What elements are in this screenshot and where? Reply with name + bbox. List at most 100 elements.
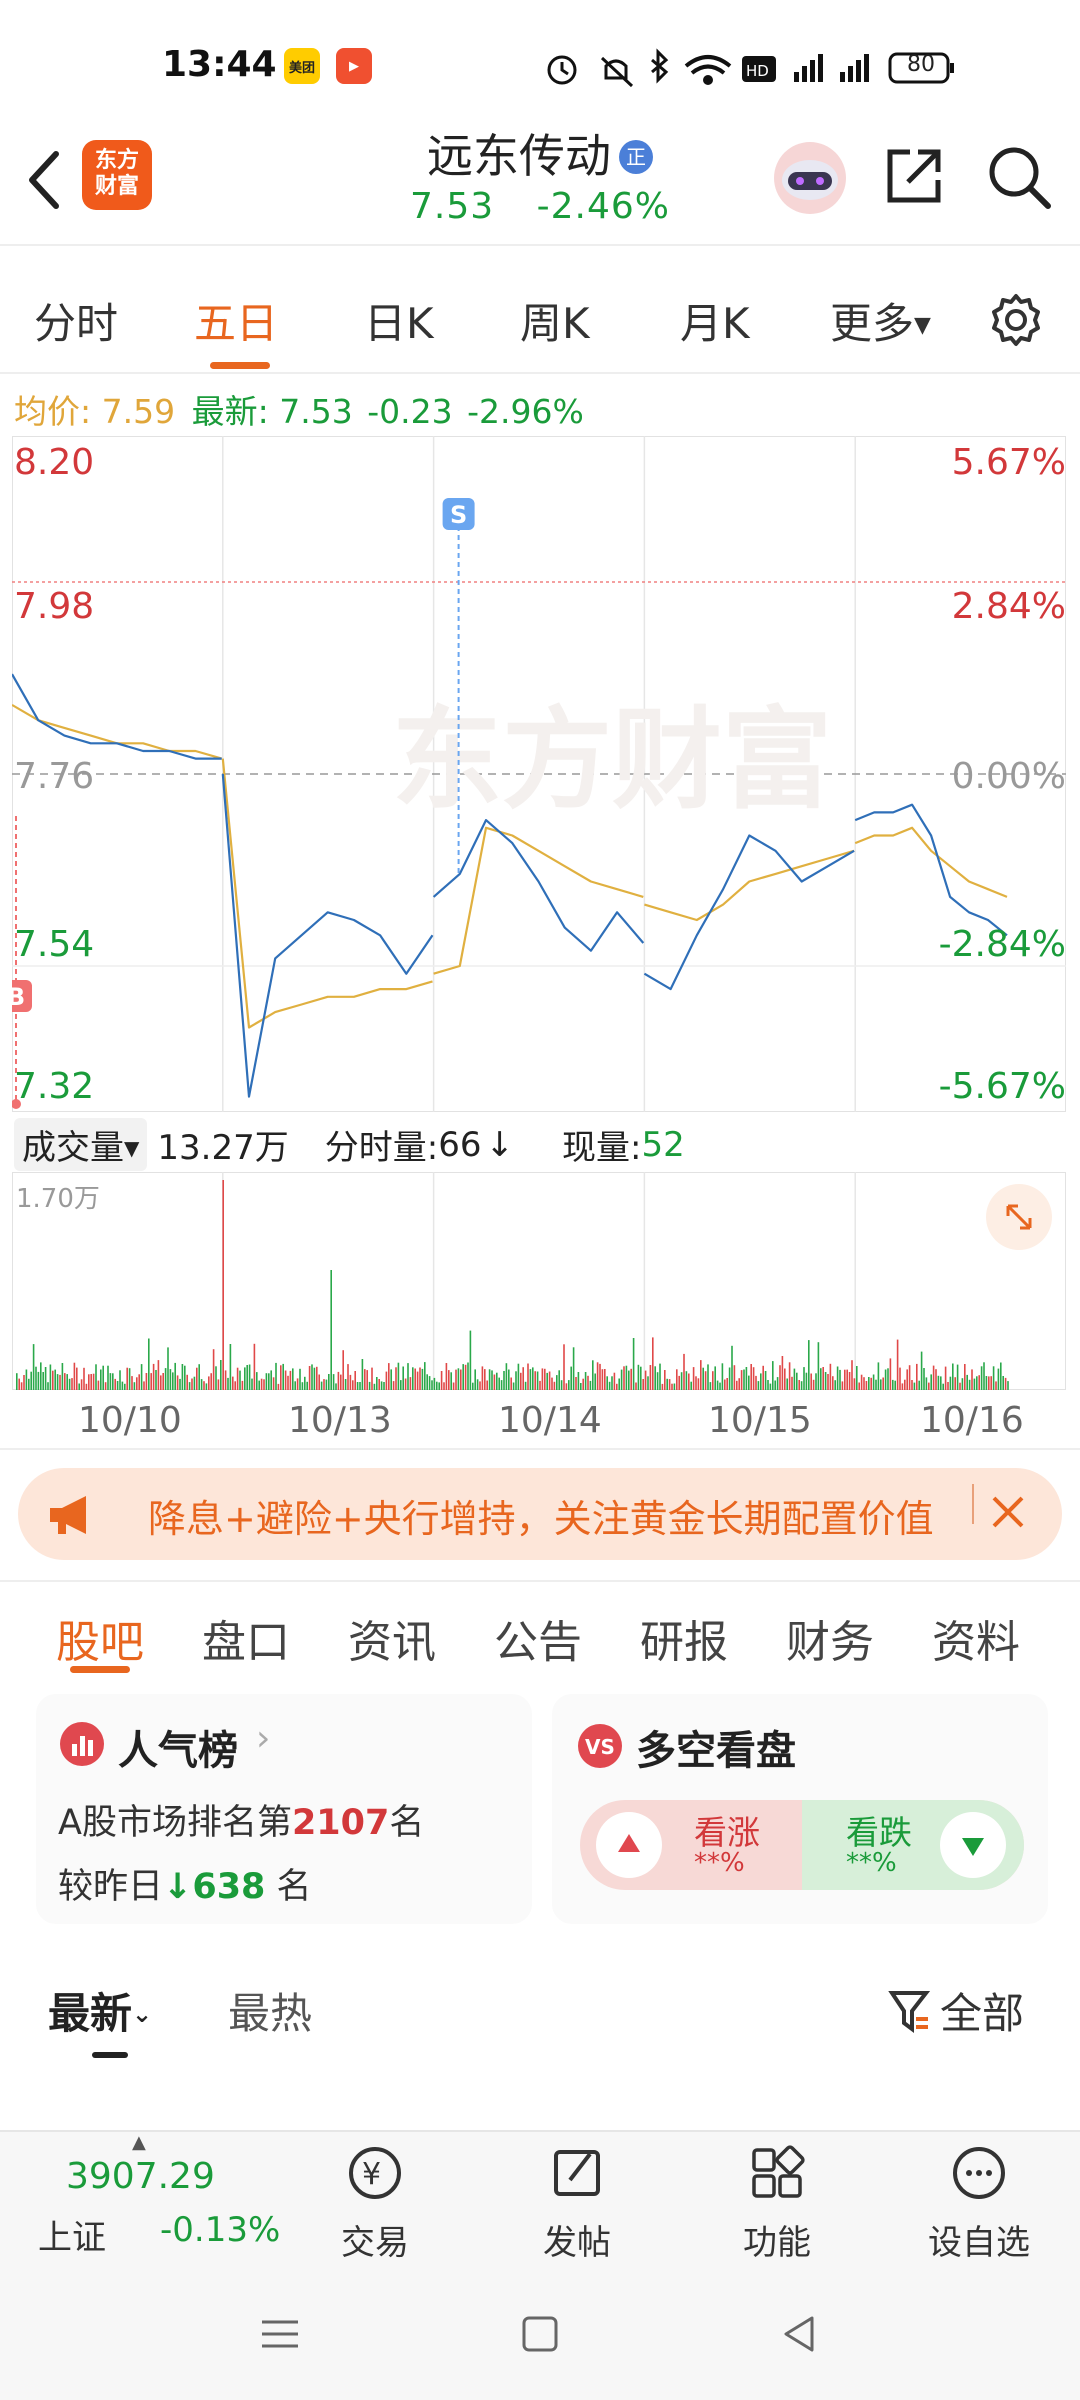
post-label: 发帖 [543, 2223, 611, 2263]
volume-bar [292, 1368, 294, 1390]
volume-bar [35, 1366, 37, 1390]
tab-announcements[interactable]: 公告 [494, 1606, 582, 1670]
tab-weekly-k[interactable]: 周K [520, 290, 590, 351]
functions-button[interactable]: 功能 [702, 2140, 852, 2264]
change-suffix: 名 [276, 1867, 312, 1907]
tab-five-day[interactable]: 五日 [194, 290, 278, 351]
volume-bar [836, 1366, 839, 1390]
home-nav-icon[interactable] [518, 2312, 562, 2356]
settings-gear-icon[interactable] [988, 292, 1044, 348]
bear-button[interactable] [940, 1812, 1006, 1878]
volume-bar [325, 1379, 328, 1390]
feed-tab-latest[interactable]: 最新⌄ [48, 1980, 152, 2041]
popularity-title: 人气榜 [118, 1728, 238, 1774]
bull-button[interactable] [596, 1812, 662, 1878]
alarm-icon [547, 55, 577, 85]
volume-bar [25, 1369, 28, 1390]
tab-intraday[interactable]: 分时 [34, 290, 118, 351]
x-tick-label: 10/13 [288, 1400, 392, 1441]
volume-bar [906, 1369, 908, 1390]
volume-bar [275, 1362, 277, 1390]
volume-bar [644, 1370, 647, 1390]
volume-bar [280, 1365, 282, 1390]
tab-finance[interactable]: 财务 [786, 1606, 874, 1670]
volume-bar [882, 1377, 884, 1390]
tab-pankou[interactable]: 盘口 [202, 1606, 290, 1670]
volume-bar [755, 1375, 757, 1390]
feed-filter[interactable]: 全部 [888, 1980, 1024, 2041]
tab-guba[interactable]: 股吧 [56, 1606, 144, 1670]
volume-dropdown[interactable]: 成交量▼ [14, 1118, 148, 1171]
volume-bar [1000, 1362, 1002, 1390]
close-icon[interactable] [986, 1490, 1030, 1534]
volume-bar [942, 1383, 944, 1390]
volume-bar [623, 1366, 625, 1390]
volume-max-label: 1.70万 [16, 1184, 100, 1214]
volume-bar [356, 1382, 359, 1390]
volume-bar [851, 1360, 853, 1390]
avg-price-line-day-1 [12, 703, 223, 760]
volume-bar [968, 1379, 971, 1390]
volume-bar [16, 1373, 18, 1390]
tab-news[interactable]: 资讯 [348, 1606, 436, 1670]
volume-chart[interactable] [12, 1172, 1066, 1390]
volume-bar [959, 1382, 961, 1390]
five-day-price-chart[interactable]: 东方财富 BS [12, 436, 1066, 1112]
volume-bar [988, 1376, 990, 1390]
volume-bar [244, 1367, 246, 1390]
index-change[interactable]: -0.13% [160, 2210, 280, 2250]
volume-bar [863, 1377, 865, 1390]
volume-bar [793, 1368, 796, 1390]
volume-bar [354, 1371, 356, 1390]
volume-bar [157, 1360, 160, 1390]
tab-profile[interactable]: 资料 [932, 1606, 1020, 1670]
volume-bar [601, 1369, 604, 1390]
volume-bar [726, 1378, 728, 1390]
volume-bar [635, 1382, 637, 1390]
volume-bar [359, 1382, 361, 1390]
volume-bar [558, 1370, 560, 1390]
expand-button[interactable] [986, 1184, 1052, 1250]
volume-bar [788, 1362, 791, 1390]
search-icon[interactable] [984, 142, 1054, 212]
ai-assistant-icon[interactable] [770, 138, 850, 218]
x-tick-label: 10/14 [498, 1400, 602, 1441]
y-tick-left: 7.76 [14, 756, 95, 797]
index-value[interactable]: 3907.29 [66, 2156, 215, 2197]
volume-bar [88, 1374, 90, 1390]
volume-bar [258, 1380, 260, 1390]
filter-icon [888, 1990, 931, 2033]
tab-research[interactable]: 研报 [640, 1606, 728, 1670]
volume-bar [462, 1364, 464, 1390]
back-nav-icon[interactable] [778, 2312, 822, 2356]
volume-bar [392, 1381, 395, 1390]
banner-separator [972, 1484, 974, 1524]
volume-bar [376, 1377, 378, 1390]
volume-bar [174, 1362, 176, 1390]
share-icon[interactable] [880, 142, 948, 210]
volume-bar [193, 1376, 196, 1390]
feed-tab-hot[interactable]: 最热 [228, 1980, 312, 2041]
volume-bar [539, 1380, 541, 1390]
volume-bar [716, 1380, 719, 1390]
volume-bar [256, 1372, 258, 1390]
rank-suffix: 名 [389, 1803, 425, 1843]
add-watchlist-button[interactable]: 设自选 [904, 2140, 1054, 2264]
volume-bar [589, 1380, 592, 1390]
tab-more[interactable]: 更多▼ [830, 290, 931, 351]
post-button[interactable]: 发帖 [502, 2140, 652, 2264]
volume-bar [908, 1365, 911, 1390]
chart-bottom-divider [0, 1448, 1080, 1450]
video-badge: ▶ [336, 48, 372, 84]
volume-bar [47, 1382, 49, 1390]
tab-monthly-k[interactable]: 月K [680, 290, 750, 351]
y-tick-right: -5.67% [938, 1066, 1066, 1107]
volume-bar [697, 1378, 700, 1390]
index-name[interactable]: 上证 [38, 2210, 106, 2259]
tab-daily-k[interactable]: 日K [364, 290, 434, 351]
trade-button[interactable]: ¥ 交易 [300, 2140, 450, 2264]
banner-text[interactable]: 降息+避险+央行增持，关注黄金长期配置价值 [148, 1488, 934, 1543]
volume-bar [599, 1363, 601, 1390]
volume-bar [776, 1377, 779, 1390]
menu-nav-icon[interactable] [258, 2312, 302, 2356]
